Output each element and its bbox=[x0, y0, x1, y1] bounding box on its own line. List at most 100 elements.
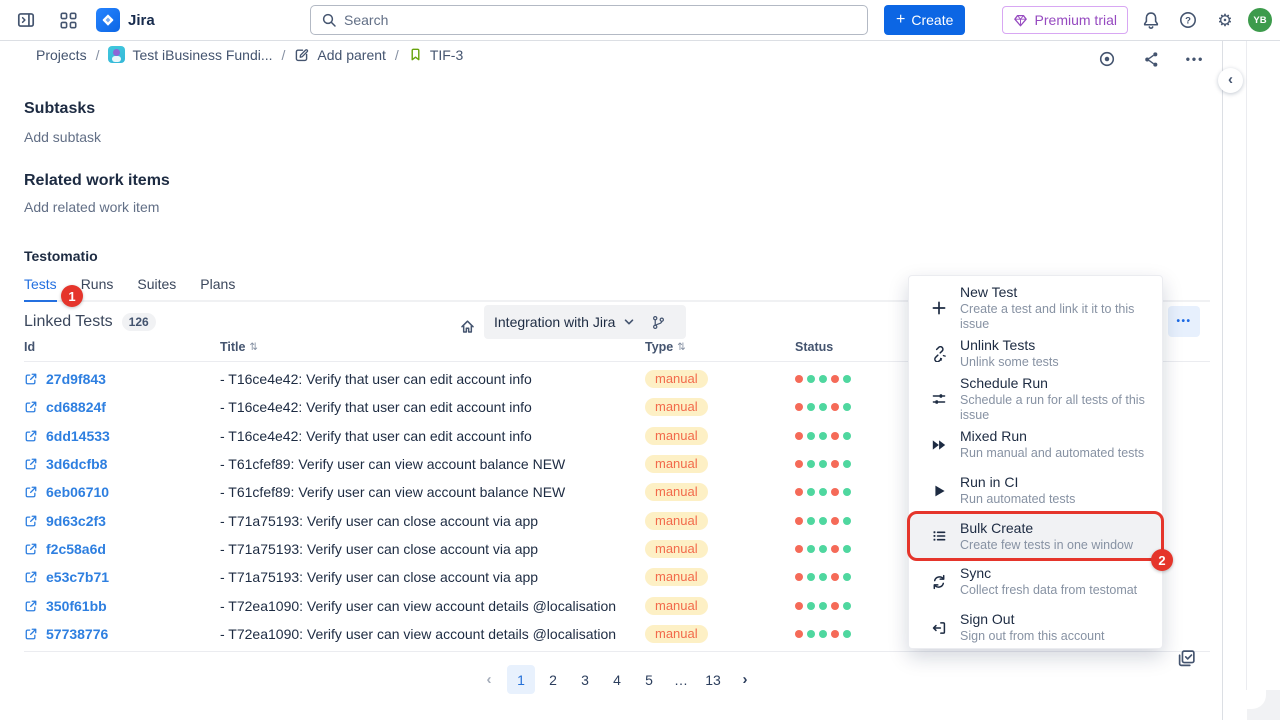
menu-item-sign-out[interactable]: Sign Out Sign out from this account bbox=[909, 605, 1162, 651]
sidebar-toggle-button[interactable] bbox=[12, 6, 40, 34]
column-header-id[interactable]: Id bbox=[24, 340, 220, 354]
share-icon bbox=[1143, 51, 1160, 68]
test-id-link[interactable]: 27d9f843 bbox=[24, 371, 220, 387]
branch-selector[interactable]: Integration with Jira bbox=[484, 305, 686, 339]
breadcrumb-issue[interactable]: TIF-3 bbox=[408, 47, 463, 63]
status-dot-red bbox=[795, 545, 803, 553]
issue-header-actions: ••• bbox=[1092, 44, 1210, 74]
premium-trial-button[interactable]: Premium trial bbox=[1002, 6, 1128, 34]
home-branch-button[interactable] bbox=[453, 312, 481, 340]
pagination-page-5[interactable]: 5 bbox=[635, 665, 663, 694]
test-id-link[interactable]: cd68824f bbox=[24, 399, 220, 415]
pagination-ellipsis: … bbox=[667, 665, 695, 694]
status-dot-green bbox=[819, 545, 827, 553]
app-grid-icon bbox=[60, 12, 77, 29]
breadcrumb-issue-key: TIF-3 bbox=[430, 47, 463, 63]
menu-item-run-in-ci[interactable]: Run in CI Run automated tests bbox=[909, 468, 1162, 514]
global-search-input[interactable]: Search bbox=[310, 5, 868, 35]
test-id-link[interactable]: 9d63c2f3 bbox=[24, 513, 220, 529]
collapse-panel-button[interactable]: ‹ bbox=[1218, 68, 1243, 93]
related-items-heading: Related work items bbox=[24, 172, 170, 190]
external-link-icon bbox=[24, 542, 38, 556]
pagination-page-1[interactable]: 1 bbox=[507, 665, 535, 694]
menu-item-mixed-run[interactable]: Mixed Run Run manual and automated tests bbox=[909, 422, 1162, 468]
test-id-link[interactable]: e53c7b71 bbox=[24, 569, 220, 585]
menu-item-schedule-run[interactable]: Schedule Run Schedule a run for all test… bbox=[909, 376, 1162, 422]
pagination-page-3[interactable]: 3 bbox=[571, 665, 599, 694]
test-id: 350f61bb bbox=[46, 598, 107, 614]
notifications-button[interactable] bbox=[1137, 6, 1165, 34]
pagination-prev-button[interactable]: ‹ bbox=[475, 665, 503, 694]
test-title: - T71a75193: Verify user can close accou… bbox=[220, 569, 645, 585]
watch-button[interactable] bbox=[1092, 44, 1122, 74]
status-dot-green bbox=[843, 460, 851, 468]
settings-button[interactable]: ⚙ bbox=[1211, 6, 1239, 34]
add-subtask-button[interactable]: Add subtask bbox=[24, 129, 101, 145]
test-id-link[interactable]: 6dd14533 bbox=[24, 428, 220, 444]
menu-item-title: Bulk Create bbox=[960, 520, 1133, 537]
status-dot-green bbox=[807, 545, 815, 553]
test-id: 3d6dcfb8 bbox=[46, 456, 107, 472]
breadcrumb-projects[interactable]: Projects bbox=[36, 47, 87, 63]
status-dot-red bbox=[831, 573, 839, 581]
more-actions-button[interactable]: ••• bbox=[1180, 44, 1210, 74]
test-id: 6eb06710 bbox=[46, 484, 109, 500]
pagination-next-button[interactable]: › bbox=[731, 665, 759, 694]
menu-item-bulk-create[interactable]: Bulk Create Create few tests in one wind… bbox=[909, 513, 1162, 559]
test-id-link[interactable]: 57738776 bbox=[24, 626, 220, 642]
test-title: - T16ce4e42: Verify that user can edit a… bbox=[220, 371, 645, 387]
app-switcher-button[interactable] bbox=[54, 6, 82, 34]
tab-runs[interactable]: Runs bbox=[81, 276, 114, 300]
external-link-icon bbox=[24, 400, 38, 414]
user-avatar[interactable]: YB bbox=[1248, 8, 1272, 32]
column-header-type[interactable]: Type⇅ bbox=[645, 340, 795, 354]
menu-item-new-test[interactable]: New Test Create a test and link it it to… bbox=[909, 285, 1162, 331]
pagination-page-4[interactable]: 4 bbox=[603, 665, 631, 694]
sort-icon: ⇅ bbox=[249, 342, 257, 353]
status-dot-green bbox=[843, 375, 851, 383]
breadcrumb-project[interactable]: Test iBusiness Fundi... bbox=[108, 46, 272, 63]
status-dot-green bbox=[819, 375, 827, 383]
status-dot-green bbox=[819, 630, 827, 638]
column-header-title[interactable]: Title⇅ bbox=[220, 340, 645, 354]
test-id-link[interactable]: 6eb06710 bbox=[24, 484, 220, 500]
testomatio-actions-menu: New Test Create a test and link it it to… bbox=[908, 275, 1163, 649]
status-dot-red bbox=[831, 403, 839, 411]
status-dot-green bbox=[807, 460, 815, 468]
status-dot-green bbox=[819, 403, 827, 411]
tab-tests[interactable]: Tests bbox=[24, 276, 57, 302]
tab-suites[interactable]: Suites bbox=[137, 276, 176, 300]
menu-item-title: Sync bbox=[960, 565, 1137, 582]
search-icon bbox=[321, 12, 337, 28]
status-dot-red bbox=[795, 375, 803, 383]
external-link-icon bbox=[24, 429, 38, 443]
pagination-page-13[interactable]: 13 bbox=[699, 665, 727, 694]
help-button[interactable]: ? bbox=[1174, 6, 1202, 34]
test-title: - T71a75193: Verify user can close accou… bbox=[220, 541, 645, 557]
app-window: Jira Search + Create Premium trial bbox=[0, 0, 1280, 720]
add-related-item-button[interactable]: Add related work item bbox=[24, 199, 159, 215]
external-link-icon bbox=[24, 627, 38, 641]
test-id-link[interactable]: 3d6dcfb8 bbox=[24, 456, 220, 472]
status-dot-green bbox=[807, 403, 815, 411]
add-parent-label: Add parent bbox=[317, 47, 386, 63]
add-parent-button[interactable]: Add parent bbox=[294, 47, 386, 63]
table-more-actions-button[interactable]: ••• bbox=[1168, 306, 1200, 337]
create-button[interactable]: + Create bbox=[884, 5, 965, 35]
external-link-icon bbox=[24, 570, 38, 584]
test-id-link[interactable]: f2c58a6d bbox=[24, 541, 220, 557]
jira-home-link[interactable]: Jira bbox=[96, 8, 155, 32]
menu-item-sync[interactable]: Sync Collect fresh data from testomat bbox=[909, 559, 1162, 605]
bulk-select-button[interactable] bbox=[1177, 649, 1196, 668]
tab-plans[interactable]: Plans bbox=[200, 276, 235, 300]
breadcrumb-separator: / bbox=[395, 47, 399, 63]
plus-icon: + bbox=[896, 12, 905, 28]
share-button[interactable] bbox=[1136, 44, 1166, 74]
status-dot-green bbox=[843, 573, 851, 581]
menu-item-unlink-tests[interactable]: Unlink Tests Unlink some tests bbox=[909, 331, 1162, 377]
status-dot-red bbox=[795, 460, 803, 468]
pagination-page-2[interactable]: 2 bbox=[539, 665, 567, 694]
status-dot-green bbox=[843, 432, 851, 440]
test-id-link[interactable]: 350f61bb bbox=[24, 598, 220, 614]
status-dot-green bbox=[819, 517, 827, 525]
